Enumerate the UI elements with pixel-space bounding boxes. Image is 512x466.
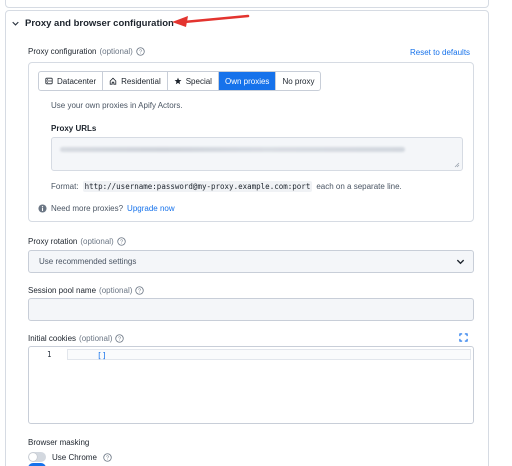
datacenter-icon [45, 77, 53, 85]
format-code: http://username:password@my-proxy.exampl… [82, 181, 313, 192]
help-icon[interactable]: ? [117, 237, 126, 246]
reset-to-defaults-link[interactable]: Reset to defaults [410, 48, 470, 57]
use-chrome-row: Use Chrome ? [28, 452, 112, 462]
blurred-proxy-url [60, 147, 405, 152]
section-header[interactable]: Proxy and browser configuration [12, 16, 174, 30]
svg-text:?: ? [138, 289, 141, 295]
initial-cookies-label: Initial cookies (optional) ? [28, 334, 125, 343]
svg-text:?: ? [106, 455, 109, 461]
upgrade-now-link[interactable]: Upgrade now [127, 204, 175, 213]
chevron-down-icon [12, 21, 19, 26]
proxy-urls-textarea[interactable] [51, 137, 463, 171]
tab-residential[interactable]: Residential [103, 72, 168, 90]
tab-no-proxy[interactable]: No proxy [276, 72, 320, 90]
info-icon [38, 204, 47, 213]
help-icon[interactable]: ? [115, 334, 125, 343]
session-pool-input[interactable] [28, 298, 474, 321]
expand-icon[interactable] [459, 333, 468, 342]
previous-section-card [5, 0, 489, 8]
line-number: 1 [47, 350, 52, 359]
session-pool-label: Session pool name (optional) ? [28, 286, 145, 295]
tab-datacenter[interactable]: Datacenter [39, 72, 104, 90]
format-hint: Format: http://username:password@my-prox… [51, 181, 402, 192]
proxy-type-tabs: Datacenter Residential Special Own proxi… [38, 71, 322, 91]
svg-text:?: ? [118, 337, 121, 343]
tab-special[interactable]: Special [168, 72, 219, 90]
initial-cookies-editor[interactable]: 1 [] [28, 346, 474, 424]
help-icon[interactable]: ? [135, 286, 145, 295]
annotation-arrow-icon [172, 14, 250, 27]
svg-text:?: ? [139, 50, 142, 56]
editor-gutter [29, 347, 63, 423]
home-icon [109, 77, 117, 85]
use-chrome-toggle[interactable] [28, 452, 46, 462]
chevron-down-icon [456, 259, 465, 265]
browser-masking-label: Browser masking [28, 438, 90, 447]
tab-own-proxies[interactable]: Own proxies [218, 72, 277, 90]
resize-grip-icon[interactable] [454, 162, 460, 168]
active-code-line: [] [67, 349, 471, 360]
proxy-description: Use your own proxies in Apify Actors. [51, 101, 183, 110]
proxy-urls-label: Proxy URLs [51, 124, 97, 133]
code-text: [] [97, 351, 107, 360]
help-icon[interactable]: ? [136, 47, 145, 56]
proxy-configuration-label: Proxy configuration (optional) ? [28, 47, 145, 56]
help-icon[interactable]: ? [103, 452, 112, 462]
need-more-proxies: Need more proxies? Upgrade now [38, 204, 175, 213]
section-title: Proxy and browser configuration [25, 17, 174, 29]
star-icon [174, 77, 182, 85]
proxy-rotation-select[interactable]: Use recommended settings [28, 250, 474, 273]
svg-text:?: ? [120, 240, 123, 246]
proxy-rotation-label: Proxy rotation (optional) ? [28, 237, 126, 246]
